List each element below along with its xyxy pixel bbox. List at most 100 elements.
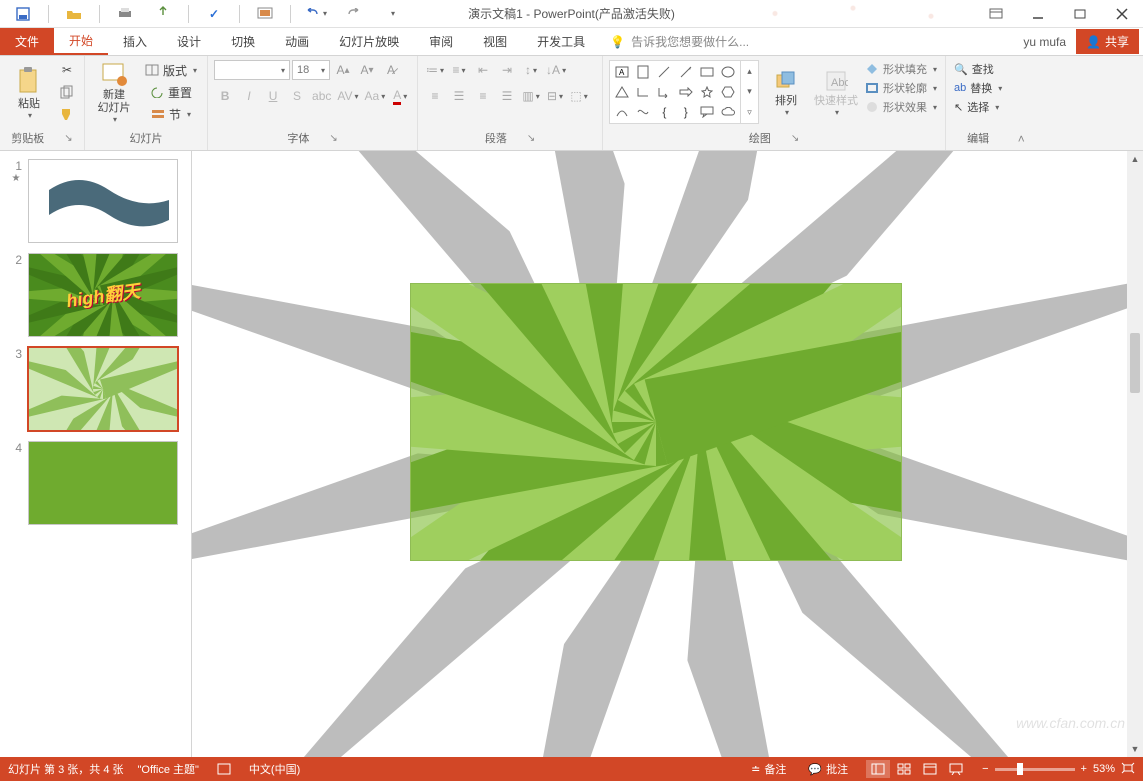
find-button[interactable]: 🔍查找 xyxy=(952,60,1004,78)
slideshow-view-button[interactable] xyxy=(944,760,968,778)
font-launcher[interactable]: ↘ xyxy=(329,133,337,144)
zoom-in-button[interactable]: + xyxy=(1081,763,1087,775)
zoom-slider[interactable] xyxy=(995,768,1075,771)
change-case-button[interactable]: Aa▾ xyxy=(363,86,388,106)
theme-indicator[interactable]: "Office 主题" xyxy=(138,761,199,777)
format-painter-button[interactable] xyxy=(56,104,78,124)
text-direction-button[interactable]: ↓A▾ xyxy=(544,60,568,80)
tab-design[interactable]: 设计 xyxy=(162,28,216,55)
slide-counter[interactable]: 幻灯片 第 3 张，共 4 张 xyxy=(8,761,124,777)
align-text-button[interactable]: ⊟▾ xyxy=(544,86,566,106)
tab-animations[interactable]: 动画 xyxy=(270,28,324,55)
strikethrough-button[interactable]: S xyxy=(286,86,308,106)
shape-arrow-icon[interactable] xyxy=(676,83,695,101)
reset-button[interactable]: 重置 xyxy=(141,82,201,102)
shapes-gallery-expand[interactable]: ▴▾▿ xyxy=(741,60,759,124)
align-left-button[interactable]: ≡ xyxy=(424,86,446,106)
shape-oval-icon[interactable] xyxy=(719,63,738,81)
touch-mode-button[interactable] xyxy=(146,2,180,26)
font-color-button[interactable]: A▾ xyxy=(389,86,411,106)
shape-hexagon-icon[interactable] xyxy=(719,83,738,101)
collapse-ribbon-button[interactable]: ˄ xyxy=(1018,132,1025,146)
select-button[interactable]: ↖选择▾ xyxy=(952,98,1004,116)
tell-me-search[interactable]: 💡 告诉我您想要做什么... xyxy=(600,28,759,55)
spelling-button[interactable]: ✓ xyxy=(197,2,231,26)
undo-button[interactable]: ▾ xyxy=(299,2,333,26)
shape-freeform-icon[interactable] xyxy=(633,103,652,121)
copy-button[interactable] xyxy=(56,82,78,102)
spellcheck-status[interactable] xyxy=(213,763,235,775)
shape-triangle-icon[interactable] xyxy=(612,83,631,101)
tab-developer[interactable]: 开发工具 xyxy=(522,28,600,55)
shape-curve-icon[interactable] xyxy=(612,103,631,121)
quick-styles-button[interactable]: Abc 快速样式▾ xyxy=(813,60,859,126)
shape-textbox-icon[interactable]: A xyxy=(612,63,631,81)
zoom-out-button[interactable]: − xyxy=(982,763,988,775)
replace-button[interactable]: ab替换▾ xyxy=(952,79,1004,97)
char-spacing-button[interactable]: AV▾ xyxy=(335,86,360,106)
paragraph-launcher[interactable]: ↘ xyxy=(527,133,535,144)
slide-canvas[interactable]: ▲ ▼ www.cfan.com.cn xyxy=(192,151,1143,757)
comments-button[interactable]: 💬批注 xyxy=(804,761,852,777)
decrease-font-button[interactable]: A▾ xyxy=(356,60,378,80)
columns-button[interactable]: ▥▾ xyxy=(520,86,542,106)
thumbnail-2[interactable]: 2 high翻天 xyxy=(10,253,181,337)
font-size-combo[interactable]: 18▾ xyxy=(292,60,330,80)
bold-button[interactable]: B xyxy=(214,86,236,106)
qat-customize[interactable]: ▾ xyxy=(375,2,409,26)
shadow-button[interactable]: abc xyxy=(310,86,333,106)
clipboard-launcher[interactable]: ↘ xyxy=(64,133,72,144)
shapes-gallery[interactable]: A { } xyxy=(609,60,741,124)
notes-button[interactable]: ≐备注 xyxy=(747,761,790,777)
shape-outline-button[interactable]: 形状轮廓▾ xyxy=(863,79,939,97)
italic-button[interactable]: I xyxy=(238,86,260,106)
scroll-up-icon[interactable]: ▲ xyxy=(1127,151,1143,167)
align-right-button[interactable]: ≡ xyxy=(472,86,494,106)
shape-brace-r-icon[interactable]: } xyxy=(676,103,695,121)
align-center-button[interactable]: ☰ xyxy=(448,86,470,106)
close-button[interactable] xyxy=(1101,0,1143,28)
font-name-combo[interactable]: ▾ xyxy=(214,60,290,80)
section-button[interactable]: 节▾ xyxy=(141,104,201,124)
quick-print-button[interactable] xyxy=(108,2,142,26)
thumbnail-1[interactable]: 1★ xyxy=(10,159,181,243)
open-button[interactable] xyxy=(57,2,91,26)
shape-effects-button[interactable]: 形状效果▾ xyxy=(863,98,939,116)
tab-view[interactable]: 视图 xyxy=(468,28,522,55)
decrease-indent-button[interactable]: ⇤ xyxy=(472,60,494,80)
redo-button[interactable] xyxy=(337,2,371,26)
shape-vtextbox-icon[interactable] xyxy=(633,63,652,81)
share-button[interactable]: 👤 共享 xyxy=(1076,29,1139,54)
minimize-button[interactable] xyxy=(1017,0,1059,28)
slide-thumbnails-panel[interactable]: 1★ 2 high翻天 3 4 xyxy=(0,151,192,757)
scroll-thumb[interactable] xyxy=(1130,333,1140,393)
smartart-convert-button[interactable]: ⬚▾ xyxy=(568,86,590,106)
vertical-scrollbar[interactable]: ▲ ▼ xyxy=(1127,151,1143,757)
numbering-button[interactable]: ≡▾ xyxy=(448,60,470,80)
shape-elbow-arrow-icon[interactable] xyxy=(655,83,674,101)
shape-brace-l-icon[interactable]: { xyxy=(655,103,674,121)
maximize-button[interactable] xyxy=(1059,0,1101,28)
thumbnail-4[interactable]: 4 xyxy=(10,441,181,525)
shape-arrow-line-icon[interactable] xyxy=(676,63,695,81)
shape-line-icon[interactable] xyxy=(655,63,674,81)
drawing-launcher[interactable]: ↘ xyxy=(791,133,799,144)
clear-formatting-button[interactable]: A̷ xyxy=(380,60,402,80)
ribbon-display-options[interactable] xyxy=(975,0,1017,28)
tab-review[interactable]: 审阅 xyxy=(414,28,468,55)
shape-cloud-icon[interactable] xyxy=(719,103,738,121)
justify-button[interactable]: ☰ xyxy=(496,86,518,106)
save-button[interactable] xyxy=(6,2,40,26)
scroll-down-icon[interactable]: ▼ xyxy=(1127,741,1143,757)
sorter-view-button[interactable] xyxy=(892,760,916,778)
paste-button[interactable]: 粘贴▾ xyxy=(6,60,52,126)
account-username[interactable]: yu mufa xyxy=(1023,35,1066,49)
shape-star-icon[interactable] xyxy=(697,83,716,101)
layout-button[interactable]: 版式▾ xyxy=(141,60,201,80)
shape-elbow-icon[interactable] xyxy=(633,83,652,101)
tab-slideshow[interactable]: 幻灯片放映 xyxy=(324,28,414,55)
arrange-button[interactable]: 排列▾ xyxy=(763,60,809,126)
line-spacing-button[interactable]: ↕▾ xyxy=(520,60,542,80)
start-slideshow-button[interactable] xyxy=(248,2,282,26)
shape-callout-icon[interactable] xyxy=(697,103,716,121)
